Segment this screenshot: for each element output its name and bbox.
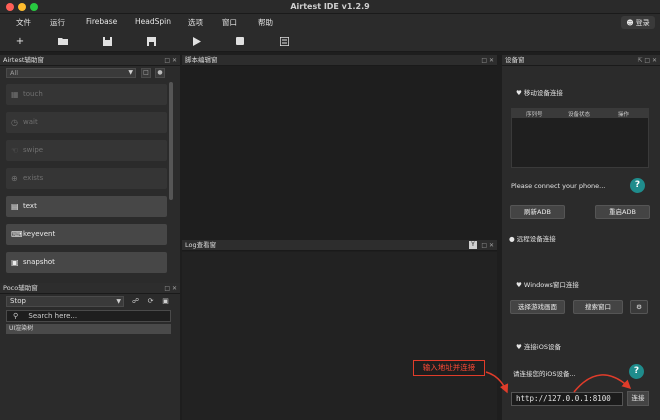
arrow-to-connect	[573, 374, 632, 393]
annotation-arrows	[485, 371, 632, 394]
arrow-to-address	[485, 371, 509, 394]
